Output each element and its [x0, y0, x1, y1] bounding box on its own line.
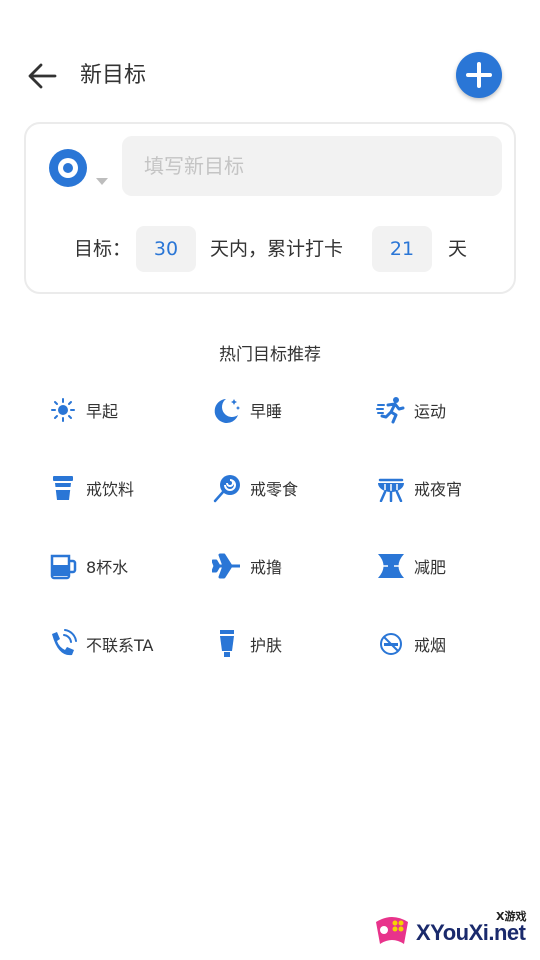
goal-name-input[interactable] — [122, 136, 502, 196]
recommend-item[interactable]: 减肥 — [376, 536, 536, 596]
goal-type-picker[interactable] — [48, 144, 120, 196]
recommend-title: 热门目标推荐 — [219, 345, 321, 365]
add-goal-button[interactable] — [456, 52, 502, 98]
plus-icon — [466, 62, 492, 88]
header: 新目标 — [0, 40, 540, 112]
recommend-item-label: 戒零食 — [250, 480, 299, 499]
recommend-item[interactable]: 护肤 — [212, 614, 372, 674]
recommend-item-label: 减肥 — [414, 558, 447, 577]
recommend-item[interactable]: 戒撸 — [212, 536, 372, 596]
airplane-icon — [212, 551, 242, 581]
recommend-item[interactable]: 不联系TA — [48, 614, 208, 674]
goal-rule-row: 目标： 30 天内，累计打卡 21 天 — [26, 226, 514, 272]
checkin-count-input[interactable]: 21 — [372, 226, 432, 272]
skincare-tube-icon — [212, 629, 242, 659]
recommend-item-label: 运动 — [414, 402, 447, 421]
recommend-item-label: 戒饮料 — [86, 480, 135, 499]
goal-prefix-label: 目标： — [74, 238, 132, 260]
recommend-item[interactable]: 早起 — [48, 380, 208, 440]
recommend-item[interactable]: 8杯水 — [48, 536, 208, 596]
target-icon — [49, 149, 87, 187]
waist-icon — [376, 551, 406, 581]
running-icon — [376, 395, 406, 425]
recommend-item-label: 戒撸 — [250, 558, 283, 577]
lollipop-icon — [212, 473, 242, 503]
recommend-item[interactable]: 早睡 — [212, 380, 372, 440]
recommend-item[interactable]: 戒饮料 — [48, 458, 208, 518]
phone-ring-icon — [48, 629, 78, 659]
goal-card: 目标： 30 天内，累计打卡 21 天 — [24, 122, 516, 294]
recommend-item-label: 护肤 — [250, 636, 283, 655]
water-mug-icon — [48, 551, 78, 581]
watermark: X游戏 XYouXi.net — [370, 906, 536, 956]
moon-stars-icon — [212, 395, 242, 425]
recommend-item[interactable]: 戒夜宵 — [376, 458, 536, 518]
no-smoking-icon — [376, 629, 406, 659]
caret-down-icon — [96, 178, 108, 185]
recommend-item[interactable]: 运动 — [376, 380, 536, 440]
recommend-item-label: 早睡 — [250, 402, 283, 421]
sun-icon — [48, 395, 78, 425]
back-button[interactable] — [22, 58, 62, 94]
recommend-item-label: 早起 — [86, 402, 119, 421]
recommend-item-label: 8杯水 — [86, 558, 129, 577]
page-title: 新目标 — [80, 63, 147, 88]
days-input[interactable]: 30 — [136, 226, 196, 272]
drink-cup-icon — [48, 473, 78, 503]
arrow-left-icon — [28, 63, 57, 89]
recommend-item[interactable]: 戒零食 — [212, 458, 372, 518]
recommend-item-label: 戒烟 — [414, 636, 447, 655]
goal-middle-label: 天内，累计打卡 — [210, 238, 344, 260]
grill-icon — [376, 473, 406, 503]
watermark-big-text: XYouXi.net — [416, 920, 526, 945]
goal-suffix-label: 天 — [448, 238, 468, 260]
recommend-item-label: 不联系TA — [86, 636, 154, 655]
gamepad-logo-icon — [376, 917, 408, 944]
recommend-item[interactable]: 戒烟 — [376, 614, 536, 674]
recommend-item-label: 戒夜宵 — [414, 480, 463, 499]
